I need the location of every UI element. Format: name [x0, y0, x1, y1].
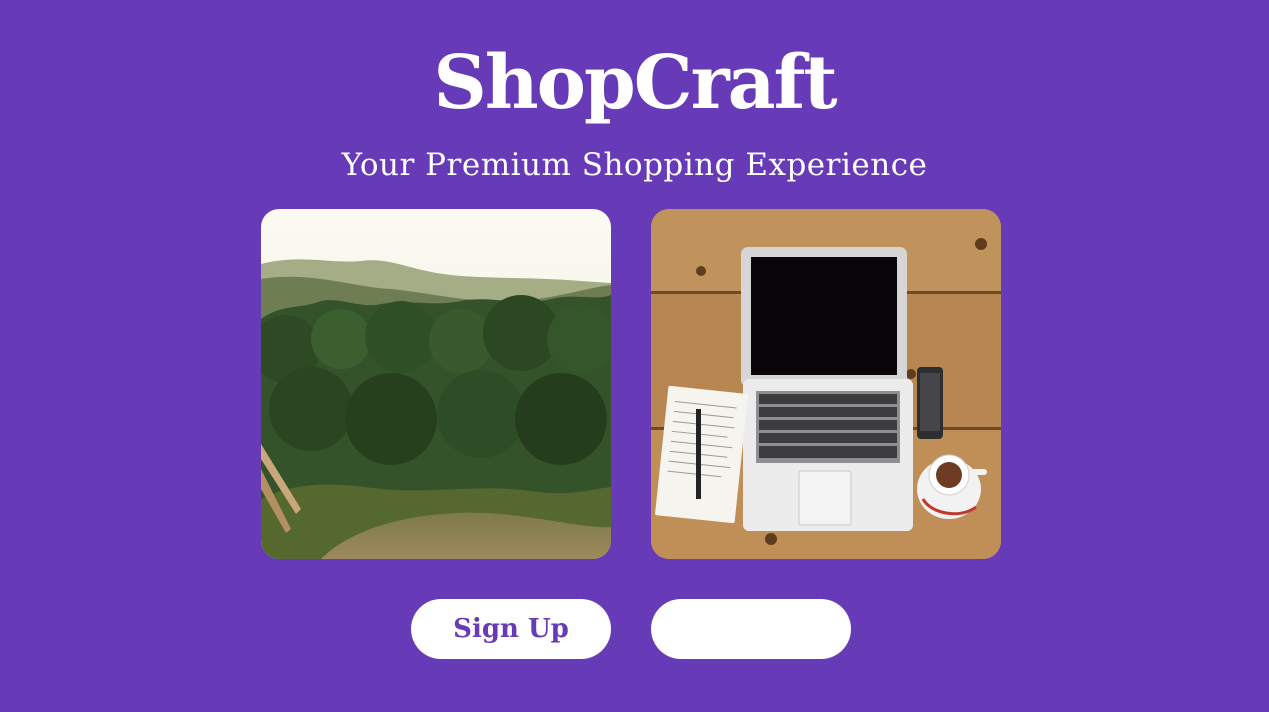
tagline: Your Premium Shopping Experience [341, 147, 928, 183]
brand-title: ShopCraft [433, 40, 837, 126]
forest-landscape-image [261, 209, 611, 559]
secondary-button[interactable] [651, 599, 851, 659]
laptop-desk-image [651, 209, 1001, 559]
sign-up-button[interactable]: Sign Up [411, 599, 611, 659]
